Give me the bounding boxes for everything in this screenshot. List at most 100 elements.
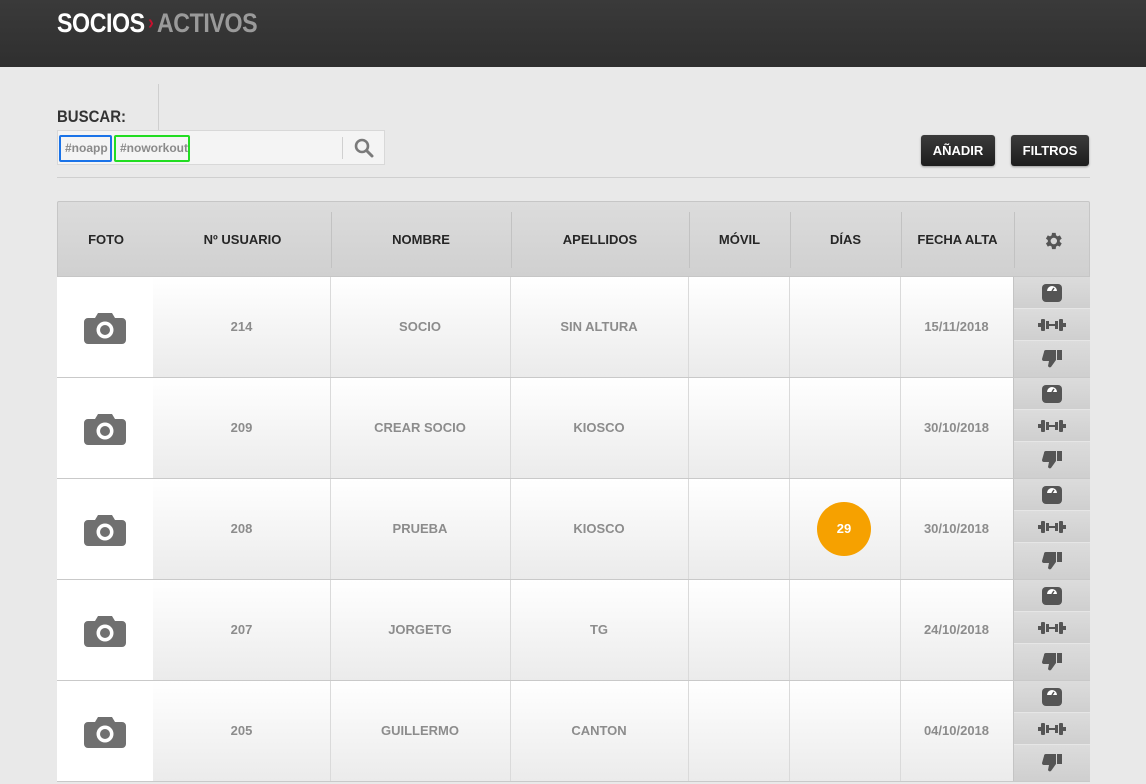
workout-button[interactable] xyxy=(1014,612,1090,644)
divider xyxy=(158,84,159,132)
camera-icon xyxy=(84,616,126,647)
table-row[interactable]: 205 GUILLERMO CANTON 04/10/2018 xyxy=(57,681,1090,782)
cell-movil xyxy=(688,479,789,579)
column-header-nombre[interactable]: NOMBRE xyxy=(331,202,511,278)
cell-nombre: GUILLERMO xyxy=(381,723,459,738)
column-header-settings[interactable] xyxy=(1014,202,1091,278)
scale-icon xyxy=(1042,283,1062,302)
cell-movil xyxy=(688,277,789,377)
dumbbell-icon xyxy=(1038,318,1066,331)
breadcrumb-separator-icon: › xyxy=(148,12,154,34)
workout-button[interactable] xyxy=(1014,309,1090,341)
column-header-movil[interactable]: MÓVIL xyxy=(689,202,790,278)
cell-usuario: 209 xyxy=(230,420,253,435)
dislike-button[interactable] xyxy=(1014,745,1090,781)
cell-fecha: 30/10/2018 xyxy=(923,420,990,435)
thumbs-down-icon xyxy=(1042,754,1062,772)
separator-line xyxy=(57,177,1090,178)
cell-nombre: PRUEBA xyxy=(392,521,448,536)
cell-movil xyxy=(688,681,789,781)
members-table: FOTO Nº USUARIO NOMBRE APELLIDOS MÓVIL D… xyxy=(57,201,1090,782)
column-header-usuario[interactable]: Nº USUARIO xyxy=(154,202,331,278)
scale-icon xyxy=(1042,384,1062,403)
thumbs-down-icon xyxy=(1042,350,1062,368)
search-button[interactable] xyxy=(351,136,377,160)
search-label: BUSCAR: xyxy=(57,107,126,126)
dumbbell-icon xyxy=(1038,722,1066,735)
dislike-button[interactable] xyxy=(1014,644,1090,680)
table-row[interactable]: 209 CREAR SOCIO KIOSCO 30/10/2018 xyxy=(57,378,1090,479)
row-actions xyxy=(1013,479,1090,579)
filters-button[interactable]: FILTROS xyxy=(1011,135,1089,166)
cell-apellidos: KIOSCO xyxy=(573,420,625,435)
cell-nombre: CREAR SOCIO xyxy=(374,420,466,435)
scale-icon xyxy=(1042,586,1062,605)
row-actions xyxy=(1013,277,1090,377)
cell-apellidos: TG xyxy=(589,622,609,637)
workout-button[interactable] xyxy=(1014,511,1090,543)
dislike-button[interactable] xyxy=(1014,341,1090,377)
cell-usuario: 208 xyxy=(230,521,253,536)
weigh-button[interactable] xyxy=(1014,479,1090,511)
cell-dias xyxy=(789,378,900,478)
column-header-apellidos[interactable]: APELLIDOS xyxy=(511,202,689,278)
cell-nombre: SOCIO xyxy=(399,319,441,334)
table-body: 214 SOCIO SIN ALTURA 15/11/2018 209 CREA… xyxy=(57,277,1090,782)
cell-apellidos: SIN ALTURA xyxy=(560,319,638,334)
column-header-dias[interactable]: DÍAS xyxy=(790,202,901,278)
cell-fecha: 04/10/2018 xyxy=(923,723,990,738)
cell-nombre: JORGETG xyxy=(388,622,452,637)
cell-apellidos: KIOSCO xyxy=(573,521,625,536)
member-photo[interactable] xyxy=(57,277,153,377)
column-header-fecha[interactable]: FECHA ALTA xyxy=(901,202,1014,278)
dumbbell-icon xyxy=(1038,419,1066,432)
weigh-button[interactable] xyxy=(1014,277,1090,309)
workout-button[interactable] xyxy=(1014,410,1090,442)
member-photo[interactable] xyxy=(57,681,153,781)
camera-icon xyxy=(84,515,126,546)
search-tag-noapp[interactable]: #noapp xyxy=(59,135,112,162)
table-row[interactable]: 207 JORGETG TG 24/10/2018 xyxy=(57,580,1090,681)
weigh-button[interactable] xyxy=(1014,580,1090,612)
breadcrumb-section[interactable]: SOCIOS xyxy=(57,8,145,38)
cell-usuario: 205 xyxy=(230,723,253,738)
search-tag-noworkout[interactable]: #noworkout xyxy=(114,135,190,162)
weigh-button[interactable] xyxy=(1014,378,1090,410)
row-actions xyxy=(1013,681,1090,781)
cell-usuario: 207 xyxy=(230,622,253,637)
table-row[interactable]: 214 SOCIO SIN ALTURA 15/11/2018 xyxy=(57,277,1090,378)
add-button[interactable]: AÑADIR xyxy=(921,135,995,166)
thumbs-down-icon xyxy=(1042,653,1062,671)
dumbbell-icon xyxy=(1038,520,1066,533)
gear-icon xyxy=(1045,232,1062,250)
cell-apellidos: CANTON xyxy=(571,723,627,738)
column-divider xyxy=(789,479,790,579)
thumbs-down-icon xyxy=(1042,552,1062,570)
top-bar: SOCIOS › ACTIVOS xyxy=(0,0,1146,67)
column-header-foto[interactable]: FOTO xyxy=(58,202,154,278)
cell-dias xyxy=(789,681,900,781)
member-photo[interactable] xyxy=(57,479,153,579)
cell-fecha: 15/11/2018 xyxy=(924,319,989,334)
camera-icon xyxy=(84,414,126,445)
table-row[interactable]: 208 PRUEBA KIOSCO 30/10/2018 29 xyxy=(57,479,1090,580)
scale-icon xyxy=(1042,687,1062,706)
search-divider xyxy=(342,137,343,159)
cell-dias xyxy=(789,580,900,680)
days-badge: 29 xyxy=(817,502,871,556)
member-photo[interactable] xyxy=(57,378,153,478)
workout-button[interactable] xyxy=(1014,713,1090,745)
cell-movil xyxy=(688,378,789,478)
member-photo[interactable] xyxy=(57,580,153,680)
row-actions xyxy=(1013,378,1090,478)
weigh-button[interactable] xyxy=(1014,681,1090,713)
breadcrumb-current: ACTIVOS xyxy=(156,8,258,38)
thumbs-down-icon xyxy=(1042,451,1062,469)
cell-dias xyxy=(789,277,900,377)
dislike-button[interactable] xyxy=(1014,543,1090,579)
search-input[interactable]: #noapp #noworkout xyxy=(57,130,385,165)
row-actions xyxy=(1013,580,1090,680)
scale-icon xyxy=(1042,485,1062,504)
camera-icon xyxy=(84,717,126,748)
dislike-button[interactable] xyxy=(1014,442,1090,478)
